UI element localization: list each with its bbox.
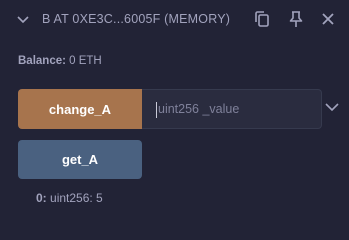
balance-label: Balance: [18, 55, 66, 67]
contract-header: B AT 0XE3C...6005F (MEMORY) [0, 0, 349, 40]
change-a-button[interactable]: change_A [18, 89, 142, 129]
pin-icon[interactable] [286, 9, 306, 29]
balance-value: 0 ETH [69, 55, 102, 67]
chevron-down-icon[interactable] [324, 100, 340, 114]
change-a-input[interactable]: uint256 _value [142, 89, 322, 129]
get-a-button[interactable]: get_A [18, 140, 142, 179]
function-row-change-a: change_A uint256 _value [18, 89, 348, 129]
copy-icon[interactable] [252, 9, 272, 29]
result-value: uint256: 5 [50, 191, 103, 205]
call-result: 0: uint256: 5 [36, 191, 103, 205]
contract-title[interactable]: B AT 0XE3C...6005F (MEMORY) [42, 12, 230, 26]
text-cursor [156, 102, 157, 118]
balance: Balance: 0 ETH [18, 55, 102, 67]
change-a-input-placeholder: uint256 _value [158, 102, 240, 116]
close-icon[interactable] [318, 9, 338, 29]
chevron-down-icon[interactable] [16, 14, 30, 26]
result-index: 0: [36, 191, 47, 205]
deployed-contract-panel: B AT 0XE3C...6005F (MEMORY) Balance: 0 E… [0, 0, 349, 226]
